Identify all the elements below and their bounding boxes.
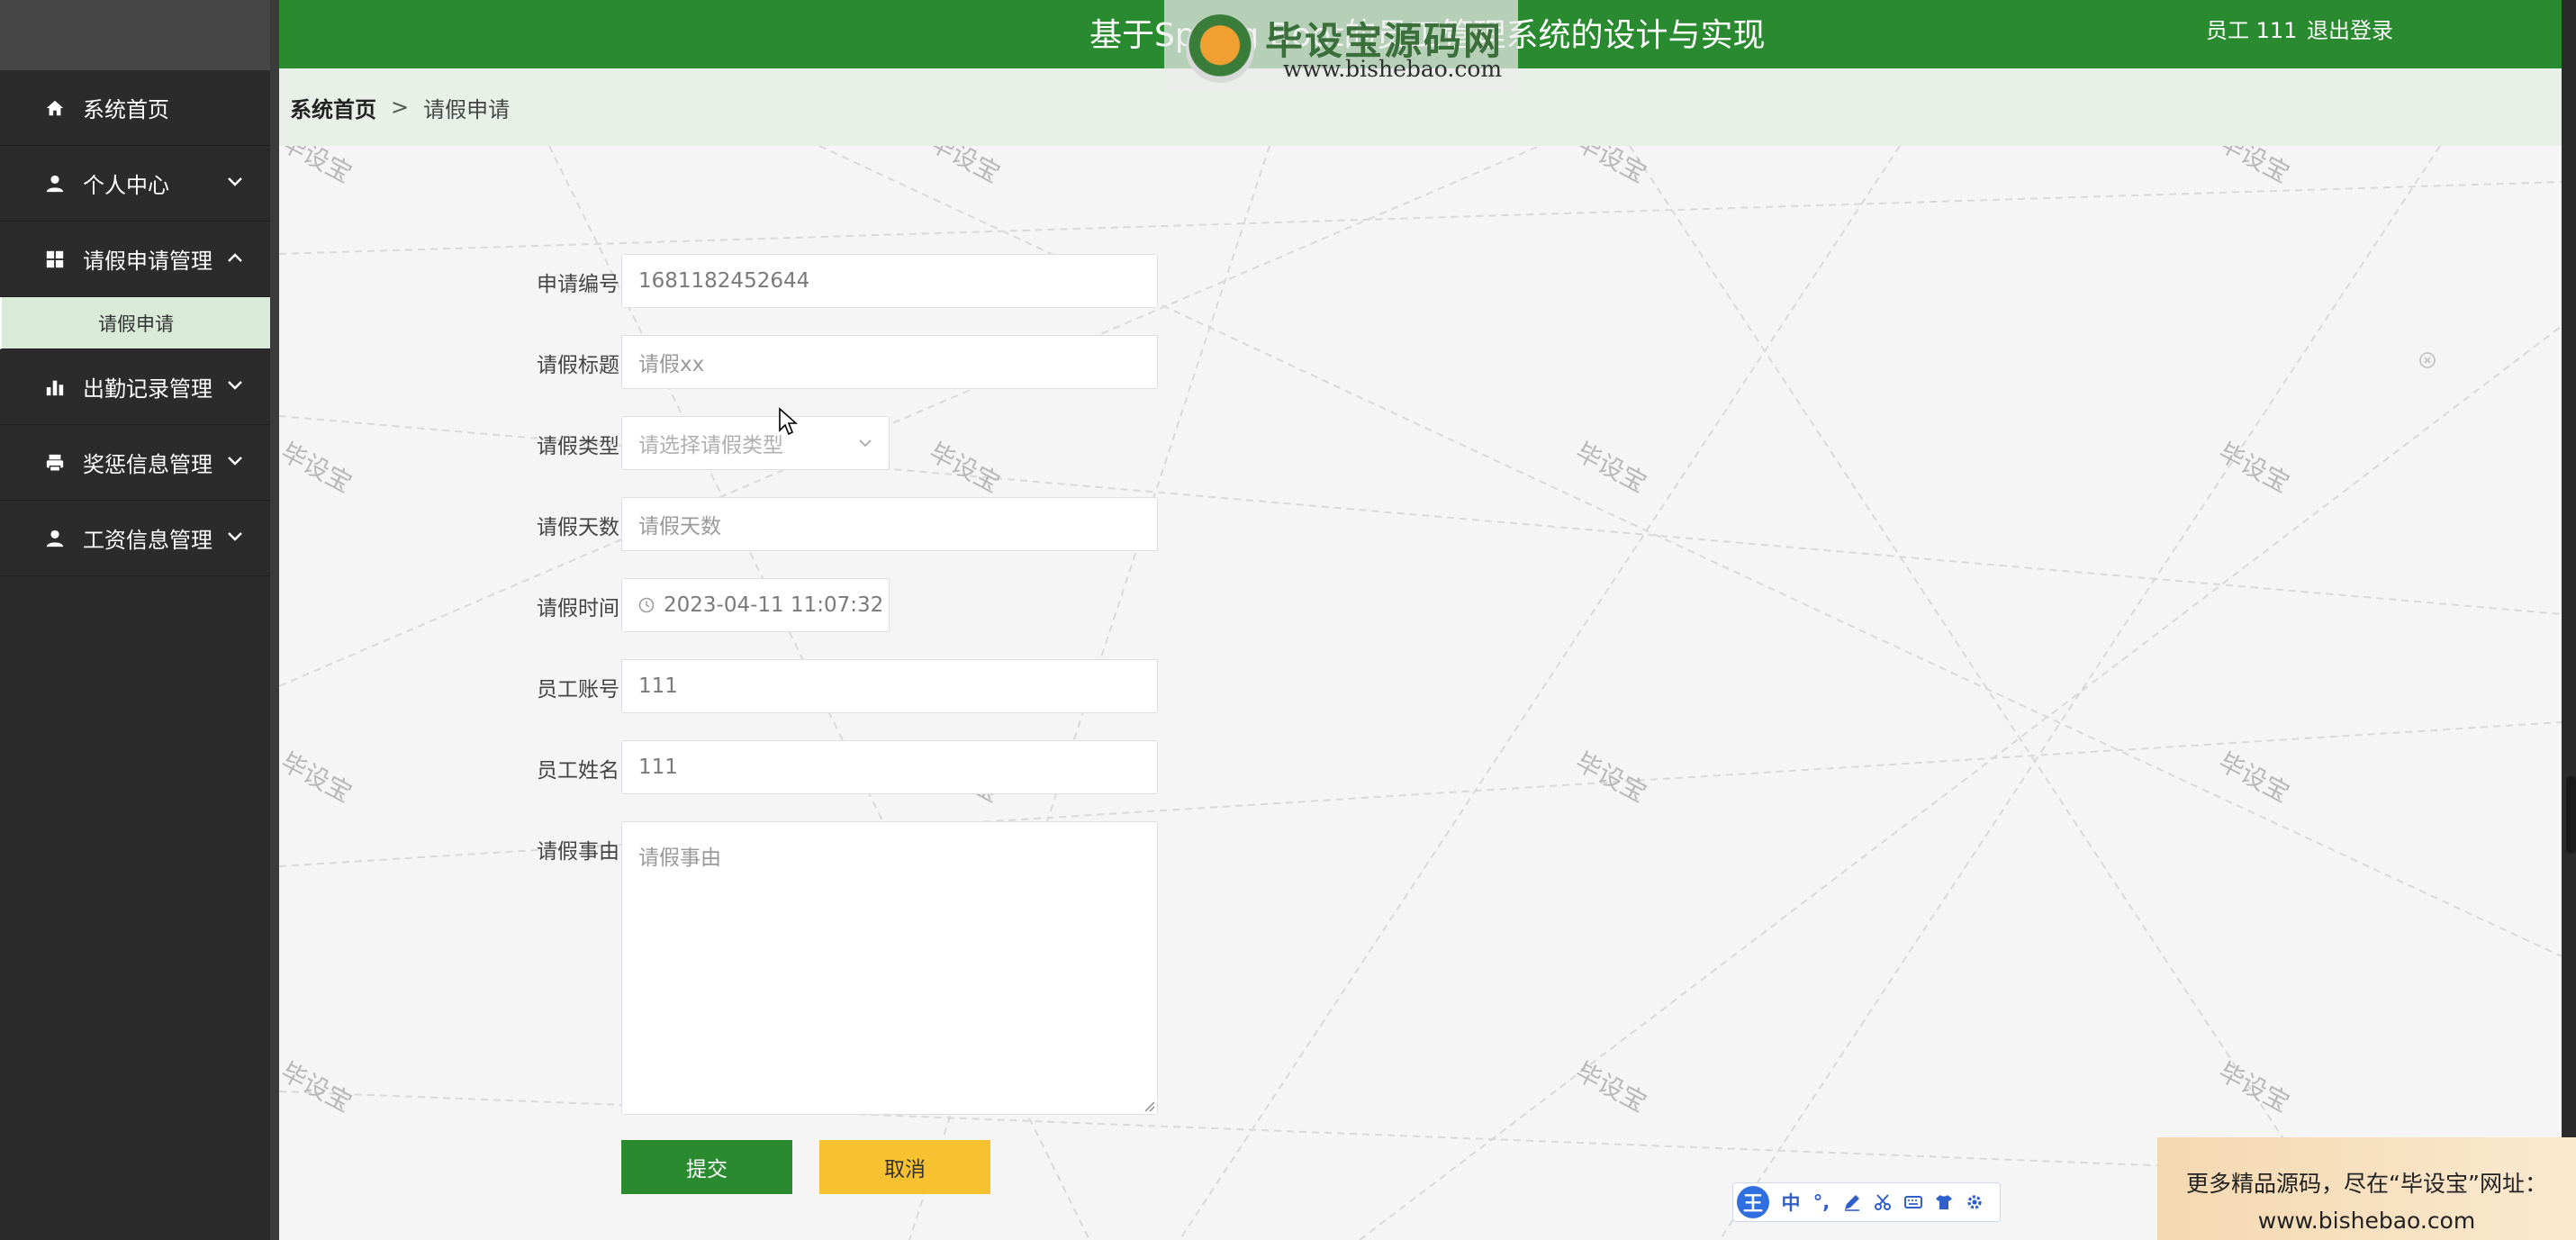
user-icon <box>45 174 65 194</box>
employee-name-input[interactable]: 111 <box>621 740 1158 794</box>
promo-banner[interactable]: 更多精品源码，尽在“毕设宝”网址： www.bishebao.com <box>2157 1137 2576 1240</box>
employee-account-label: 员工账号 <box>537 678 619 701</box>
sidebar-item-reward-punishment[interactable]: 奖惩信息管理 <box>0 425 270 501</box>
pen-icon[interactable] <box>1839 1190 1865 1215</box>
leave-type-select[interactable]: 请选择请假类型 <box>621 416 890 470</box>
ime-logo-badge[interactable]: 王 <box>1737 1186 1769 1218</box>
employee-account-input[interactable]: 111 <box>621 659 1158 713</box>
sidebar-subitem-leave-apply[interactable]: 请假申请 <box>0 297 270 349</box>
gear-icon[interactable] <box>1962 1190 1987 1215</box>
printer-icon <box>45 453 65 473</box>
chevron-down-icon <box>227 531 243 542</box>
main-content: 毕设宝 毕设宝 毕设宝 毕设宝 毕设宝 毕设宝 毕设宝 毕设宝 毕设宝 毕设宝 … <box>279 146 2562 1240</box>
clock-icon <box>638 597 655 613</box>
leave-days-input[interactable]: 请假天数 <box>621 497 1158 551</box>
sidebar-item-label: 个人中心 <box>83 173 169 198</box>
submit-button[interactable]: 提交 <box>621 1140 792 1194</box>
scissors-icon[interactable] <box>1870 1190 1895 1215</box>
breadcrumb-separator: > <box>391 95 410 120</box>
user-icon <box>45 529 65 548</box>
leave-time-label: 请假时间 <box>537 597 619 620</box>
scrollbar-thumb[interactable] <box>2566 776 2576 854</box>
leave-type-placeholder: 请选择请假类型 <box>638 434 783 457</box>
watermark-logo: 毕设宝源码网 www.bishebao.com <box>1164 0 1518 92</box>
breadcrumb-current: 请假申请 <box>423 96 511 122</box>
leave-title-input[interactable]: 请假xx <box>621 335 1158 389</box>
current-user: 员工 111 <box>2206 18 2298 43</box>
logout-link[interactable]: 退出登录 <box>2307 13 2393 44</box>
breadcrumb-home[interactable]: 系统首页 <box>290 92 376 123</box>
sidebar-item-label: 系统首页 <box>83 97 169 122</box>
sidebar-item-label: 工资信息管理 <box>83 528 212 553</box>
chevron-down-icon <box>227 456 243 466</box>
ime-language-toggle[interactable]: 中 <box>1778 1190 1803 1215</box>
close-circle-icon[interactable] <box>2418 351 2436 369</box>
sidebar-item-salary[interactable]: 工资信息管理 <box>0 501 270 576</box>
chevron-down-icon <box>858 439 872 448</box>
leave-reason-placeholder: 请假事由 <box>638 846 721 870</box>
leave-reason-textarea[interactable]: 请假事由 <box>621 821 1158 1115</box>
sidebar-item-attendance[interactable]: 出勤记录管理 <box>0 349 270 425</box>
sidebar-item-leave-management[interactable]: 请假申请管理 <box>0 222 270 297</box>
sidebar-item-home[interactable]: 系统首页 <box>0 70 270 146</box>
home-icon <box>45 98 65 118</box>
ime-toolbar: 王 中 °, <box>1732 1182 2001 1222</box>
promo-text: 更多精品源码，尽在“毕设宝”网址： <box>2186 1171 2547 1197</box>
employee-name-label: 员工姓名 <box>537 759 619 783</box>
sidebar-logo-area <box>0 0 270 70</box>
leave-title-label: 请假标题 <box>537 354 619 377</box>
resize-handle-icon[interactable] <box>1143 1100 1155 1112</box>
chevron-up-icon <box>227 252 243 263</box>
sidebar-item-label: 出勤记录管理 <box>83 376 212 402</box>
mouse-cursor-icon <box>778 407 798 436</box>
grid-icon <box>45 249 65 269</box>
chevron-down-icon <box>227 380 243 391</box>
logo-emblem-icon <box>1186 14 1254 83</box>
leave-time-value: 2023-04-11 11:07:32 <box>664 593 884 617</box>
keyboard-icon[interactable] <box>1901 1190 1926 1215</box>
sidebar-divider <box>270 0 279 1240</box>
cancel-button[interactable]: 取消 <box>819 1140 990 1194</box>
logo-url: www.bishebao.com <box>1283 56 1503 82</box>
bar-chart-icon <box>45 377 65 397</box>
leave-days-label: 请假天数 <box>537 516 619 539</box>
sidebar: 系统首页 个人中心 请假申请管理 请假申请 出勤记录管理 奖惩信息管理 工资信息… <box>0 0 270 1240</box>
apply-no-input[interactable]: 1681182452644 <box>621 254 1158 308</box>
promo-url: www.bishebao.com <box>2257 1208 2476 1234</box>
chevron-down-icon <box>227 176 243 187</box>
skin-shirt-icon[interactable] <box>1931 1190 1957 1215</box>
ime-punctuation-toggle[interactable]: °, <box>1809 1190 1834 1215</box>
scrollbar-track[interactable] <box>2562 0 2576 1240</box>
leave-type-label: 请假类型 <box>537 435 619 458</box>
leave-time-picker[interactable]: 2023-04-11 11:07:32 <box>621 578 890 632</box>
sidebar-item-label: 请假申请管理 <box>83 249 212 274</box>
sidebar-item-personal-center[interactable]: 个人中心 <box>0 146 270 222</box>
sidebar-item-label: 奖惩信息管理 <box>83 452 212 477</box>
sidebar-subitem-label: 请假申请 <box>98 312 174 335</box>
apply-no-label: 申请编号 <box>537 273 619 296</box>
sidebar-menu: 系统首页 个人中心 请假申请管理 请假申请 出勤记录管理 奖惩信息管理 工资信息… <box>0 70 270 576</box>
leave-reason-label: 请假事由 <box>537 840 619 864</box>
